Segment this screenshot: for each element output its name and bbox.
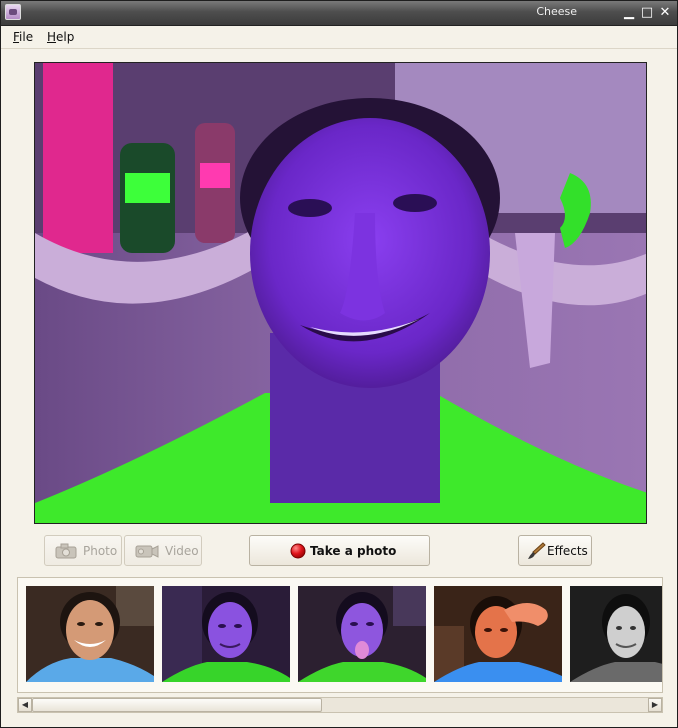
window-title: Cheese <box>536 5 577 18</box>
title-bar[interactable]: Cheese ▁ □ ✕ <box>1 1 677 26</box>
cheese-window: Cheese ▁ □ ✕ File Help Photo Video Take … <box>0 0 678 728</box>
record-icon <box>290 543 306 562</box>
close-icon[interactable]: ✕ <box>657 5 673 21</box>
menu-file[interactable]: File <box>13 30 33 44</box>
thumbnail[interactable] <box>434 586 562 682</box>
scroll-right-icon[interactable]: ▶ <box>648 698 662 712</box>
maximize-icon[interactable]: □ <box>639 5 655 21</box>
thumbnail[interactable] <box>162 586 290 682</box>
video-mode-button[interactable]: Video <box>124 535 202 566</box>
video-camera-icon <box>135 543 159 562</box>
photo-mode-button[interactable]: Photo <box>44 535 122 566</box>
menu-bar: File Help <box>1 26 677 49</box>
thumbnail[interactable] <box>570 586 662 682</box>
thumbnail[interactable] <box>26 586 154 682</box>
webcam-image <box>35 63 646 523</box>
scroll-left-icon[interactable]: ◀ <box>18 698 32 712</box>
scrollbar-thumb[interactable] <box>32 698 322 712</box>
webcam-preview <box>34 62 647 524</box>
thumbnail-scrollbar[interactable]: ◀ ▶ <box>17 697 663 713</box>
thumbnail-strip[interactable] <box>17 577 663 693</box>
menu-help[interactable]: Help <box>47 30 74 44</box>
camera-icon <box>55 543 77 562</box>
effects-button[interactable]: Effects <box>518 535 592 566</box>
paintbrush-icon <box>526 541 546 564</box>
take-photo-button[interactable]: Take a photo <box>249 535 430 566</box>
thumbnail[interactable] <box>298 586 426 682</box>
minimize-icon[interactable]: ▁ <box>621 5 637 21</box>
